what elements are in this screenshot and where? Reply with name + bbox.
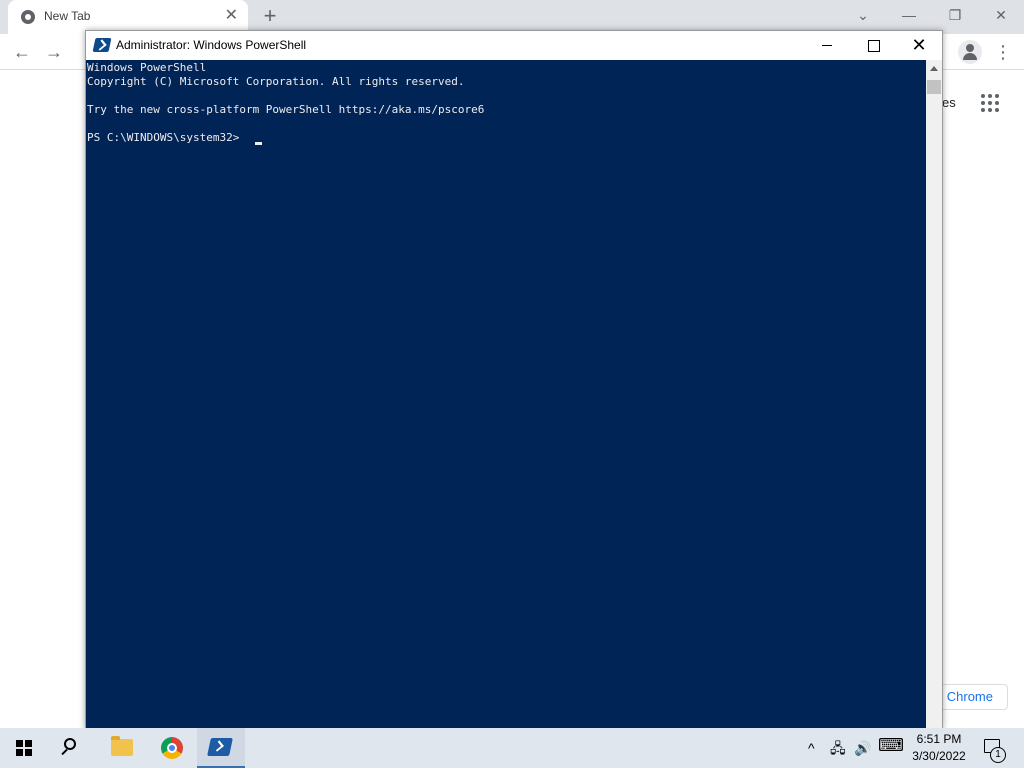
windows-logo-icon	[16, 740, 32, 756]
forward-arrow-icon[interactable]: →	[42, 40, 66, 64]
chrome-icon	[161, 737, 183, 759]
taskbar: ^ 🖧 🔊 ⌨ 6:51 PM 3/30/2022 1	[0, 728, 1024, 768]
chrome-tabstrip: New Tab ✕ + ⌄ — ❐ ✕	[0, 0, 1024, 34]
chrome-menu-icon[interactable]: ⋮	[994, 40, 1012, 64]
shortcut-label-partial[interactable]: es	[942, 95, 956, 110]
console-line: Try the new cross-platform PowerShell ht…	[87, 103, 485, 116]
vertical-scrollbar[interactable]	[926, 60, 942, 729]
powershell-titlebar[interactable]: Administrator: Windows PowerShell ✕	[86, 31, 942, 60]
google-apps-icon[interactable]	[981, 94, 999, 112]
console-line: Copyright (C) Microsoft Corporation. All…	[87, 75, 465, 88]
keyboard-icon[interactable]: ⌨	[878, 735, 904, 755]
profile-avatar-icon[interactable]	[958, 40, 982, 64]
minimize-button[interactable]	[804, 31, 850, 60]
window-title: Administrator: Windows PowerShell	[116, 38, 307, 52]
start-button[interactable]	[0, 728, 48, 768]
taskbar-file-explorer[interactable]	[98, 728, 146, 768]
tab-search-chevron-icon[interactable]: ⌄	[840, 4, 886, 26]
chrome-favicon-icon	[21, 10, 35, 24]
search-button[interactable]	[48, 728, 96, 768]
powershell-icon	[207, 738, 233, 756]
notification-count-badge: 1	[990, 747, 1006, 763]
chrome-restore-button[interactable]: ❐	[932, 4, 978, 26]
powershell-icon[interactable]	[92, 38, 112, 52]
clock-time: 6:51 PM	[916, 732, 962, 746]
text-cursor	[255, 142, 262, 145]
console-line: Windows PowerShell	[87, 61, 207, 74]
chrome-minimize-button[interactable]: —	[886, 4, 932, 26]
customize-chrome-button[interactable]: Chrome	[936, 684, 1008, 710]
tab-new-tab[interactable]: New Tab ✕	[8, 0, 248, 34]
chrome-close-button[interactable]: ✕	[978, 4, 1024, 26]
powershell-window: Administrator: Windows PowerShell ✕ Wind…	[85, 30, 943, 730]
show-hidden-icons-chevron-icon[interactable]: ^	[808, 738, 815, 758]
new-tab-button[interactable]: +	[258, 4, 282, 28]
scroll-up-arrow-icon[interactable]	[930, 66, 938, 71]
back-arrow-icon[interactable]: ←	[10, 40, 34, 64]
taskbar-powershell[interactable]	[197, 728, 245, 768]
tab-title: New Tab	[44, 9, 91, 23]
scrollbar-thumb[interactable]	[927, 80, 941, 94]
taskbar-chrome[interactable]	[148, 728, 196, 768]
console-prompt: PS C:\WINDOWS\system32>	[87, 131, 246, 144]
console-output[interactable]: Windows PowerShell Copyright (C) Microso…	[86, 60, 926, 729]
volume-icon[interactable]: 🔊	[854, 738, 871, 758]
tab-close-icon[interactable]: ✕	[225, 7, 238, 25]
search-icon	[64, 738, 76, 750]
close-button[interactable]: ✕	[896, 31, 942, 60]
folder-icon	[111, 736, 133, 756]
network-icon[interactable]: 🖧	[830, 738, 846, 758]
maximize-button[interactable]	[850, 31, 896, 60]
clock[interactable]: 6:51 PM 3/30/2022	[906, 731, 972, 765]
clock-date: 3/30/2022	[912, 749, 966, 763]
